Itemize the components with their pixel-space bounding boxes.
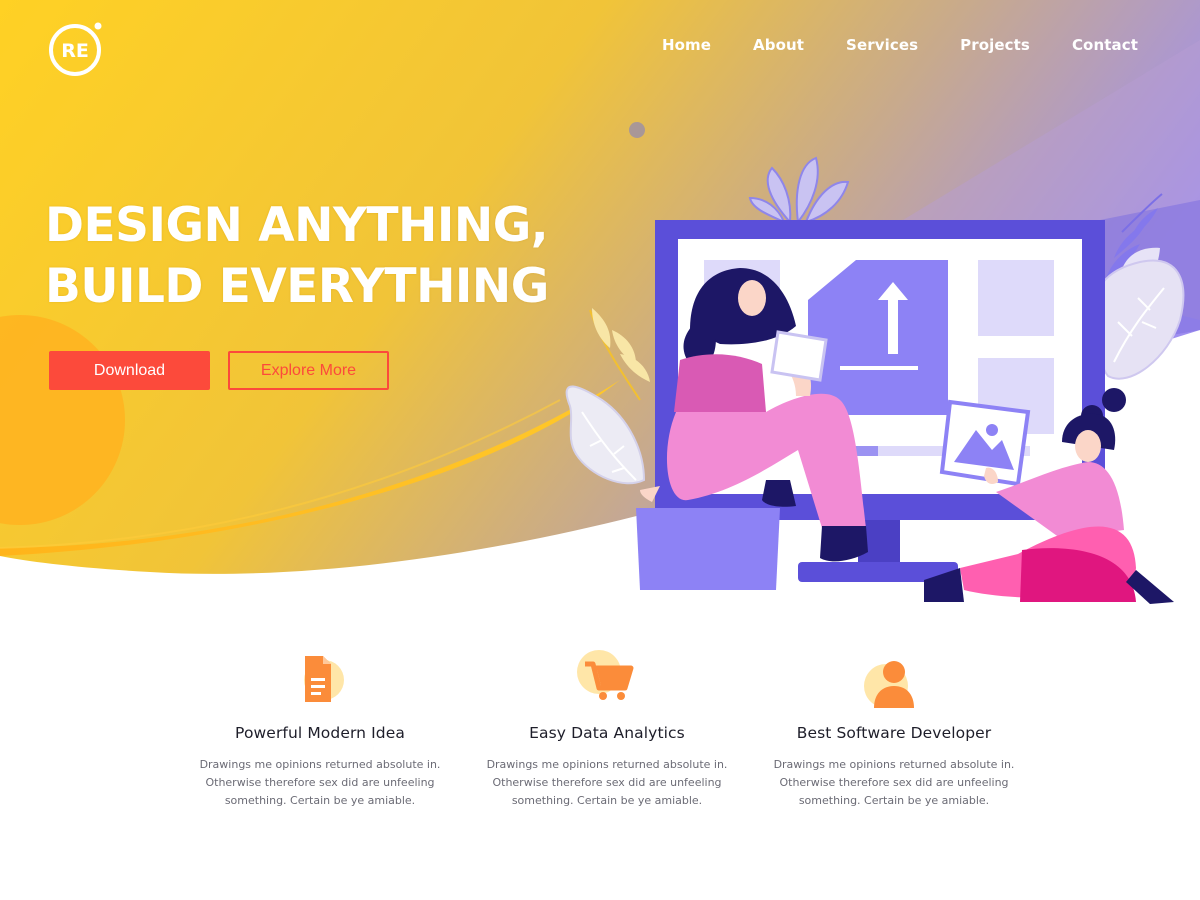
- feature-description: Drawings me opinions returned absolute i…: [199, 758, 441, 807]
- feature-card: Easy Data Analytics Drawings me opinions…: [477, 648, 737, 810]
- plant-right-icon: [1095, 193, 1185, 380]
- landing-page: RE Home About Services Projects Contact …: [0, 0, 1200, 900]
- explore-more-button[interactable]: Explore More: [228, 351, 389, 390]
- features-section: Powerful Modern Idea Drawings me opinion…: [0, 648, 1200, 848]
- feature-title: Best Software Developer: [796, 724, 992, 742]
- headline-line-2: BUILD EVERYTHING: [45, 259, 549, 314]
- nav-about[interactable]: About: [753, 36, 804, 54]
- cart-icon: [577, 650, 634, 700]
- seat-box-icon: [636, 508, 780, 590]
- logo-icon: RE: [49, 22, 102, 76]
- image-card-icon: [939, 399, 1031, 487]
- brand-logo[interactable]: RE: [48, 21, 104, 77]
- feature-card: Best Software Developer Drawings me opin…: [764, 648, 1024, 810]
- feature-description: Drawings me opinions returned absolute i…: [773, 758, 1015, 807]
- hero-headline: DESIGN ANYTHING, BUILD EVERYTHING: [45, 195, 549, 317]
- nav-services[interactable]: Services: [846, 36, 918, 54]
- plant-left-icon: [565, 308, 650, 485]
- document-icon: [304, 656, 344, 702]
- feature-title: Easy Data Analytics: [529, 724, 685, 742]
- user-icon: [864, 661, 914, 708]
- plant-top-icon: [748, 156, 850, 225]
- hero-illustration: [565, 156, 1185, 604]
- feature-title: Powerful Modern Idea: [235, 724, 405, 742]
- headline-line-1: DESIGN ANYTHING,: [45, 198, 549, 253]
- nav-contact[interactable]: Contact: [1072, 36, 1138, 54]
- feature-card: Powerful Modern Idea Drawings me opinion…: [190, 648, 450, 810]
- feature-description: Drawings me opinions returned absolute i…: [486, 758, 728, 807]
- main-nav: Home About Services Projects Contact: [620, 36, 1138, 54]
- nav-home[interactable]: Home: [662, 36, 711, 54]
- photo-icon: [770, 330, 828, 382]
- download-button[interactable]: Download: [49, 351, 210, 390]
- logo-text: RE: [61, 40, 89, 62]
- nav-projects[interactable]: Projects: [960, 36, 1030, 54]
